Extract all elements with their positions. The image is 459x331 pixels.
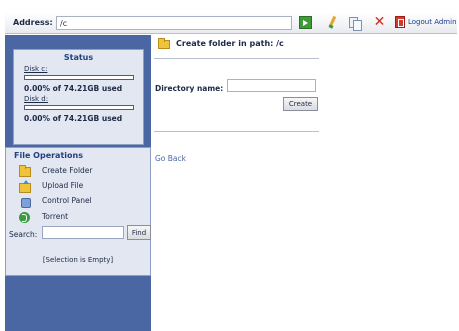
selection-status: [Selection is Empty] [42, 256, 114, 264]
folder-icon [158, 38, 170, 49]
logout-icon[interactable] [395, 16, 405, 28]
copy-icon[interactable] [348, 16, 362, 31]
pen-icon[interactable] [326, 16, 339, 29]
create-folder-link[interactable]: Create Folder [42, 166, 92, 175]
disk-c-usage-bar [24, 75, 134, 80]
delete-icon[interactable]: ✕ [373, 15, 386, 29]
torrent-link[interactable]: Torrent [42, 212, 68, 221]
find-button[interactable]: Find [127, 225, 151, 240]
directory-name-label: Directory name: [155, 84, 224, 93]
divider [154, 58, 319, 59]
disk-d-usage-bar [24, 105, 134, 110]
disk-c-label: Disk c: [24, 65, 48, 73]
disk-d-usage-text: 0.00% of 74.21GB used [24, 114, 123, 123]
torrent-icon [19, 212, 30, 223]
upload-file-link[interactable]: Upload File [42, 181, 83, 190]
logout-link[interactable]: Logout Admin [408, 18, 457, 26]
address-label: Address: [13, 18, 53, 27]
directory-name-input[interactable] [227, 79, 316, 92]
page-title: Create folder in path: /c [176, 39, 284, 48]
file-operations-panel: File Operations Create Folder Upload Fil… [5, 147, 151, 276]
disk-c-usage-text: 0.00% of 74.21GB used [24, 84, 123, 93]
control-panel-icon [21, 198, 31, 208]
divider [154, 131, 319, 132]
disk-d-label: Disk d: [24, 95, 49, 103]
address-input[interactable] [56, 16, 292, 30]
go-back-link[interactable]: Go Back [155, 154, 186, 163]
control-panel-link[interactable]: Control Panel [42, 196, 92, 205]
status-panel: Status Disk c: 0.00% of 74.21GB used Dis… [13, 49, 144, 145]
search-label: Search: [9, 230, 38, 239]
upload-icon [19, 180, 31, 193]
search-input[interactable] [42, 226, 124, 239]
go-icon[interactable] [299, 16, 312, 29]
address-bar: Address: ✕ Logout Admin [5, 13, 457, 34]
folder-icon [19, 165, 31, 177]
create-button[interactable]: Create [283, 97, 318, 111]
file-operations-title: File Operations [14, 151, 83, 160]
status-title: Status [63, 53, 94, 62]
sidebar: Status Disk c: 0.00% of 74.21GB used Dis… [5, 35, 151, 331]
